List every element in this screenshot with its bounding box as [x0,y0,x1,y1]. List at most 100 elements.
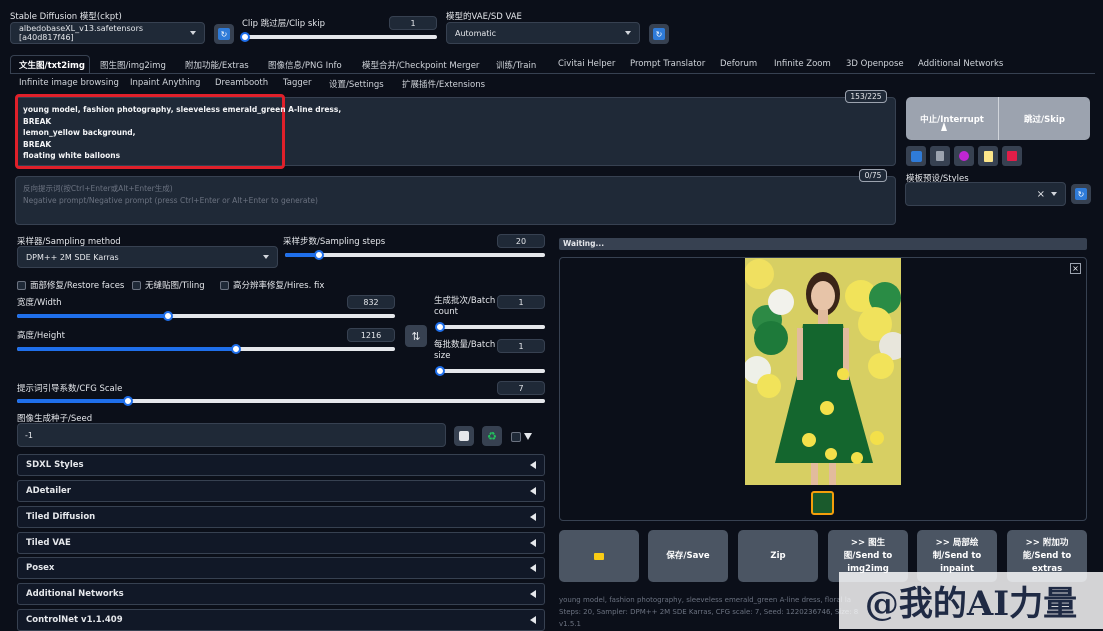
random-seed-button[interactable] [454,426,474,446]
tab-prompt-translator[interactable]: Prompt Translator [630,59,705,69]
accordion-tiled-diffusion[interactable]: Tiled Diffusion [17,506,545,528]
sampler-select[interactable]: DPM++ 2M SDE Karras [17,246,278,268]
save-button[interactable]: 保存/Save [648,530,728,582]
tab-deforum[interactable]: Deforum [720,59,757,69]
interrupt-button[interactable]: 中止/Interrupt [906,97,998,140]
prompt-line: floating white balloons [23,151,121,160]
accordion-posex[interactable]: Posex [17,557,545,579]
clip-skip-label: Clip 跳过层/Clip skip [242,19,325,29]
steps-input[interactable]: 20 [497,234,545,248]
accordion-title: Posex [26,563,55,573]
height-slider[interactable] [17,344,395,354]
styles-select[interactable]: × [905,182,1066,206]
mouse-cursor-icon [941,122,947,131]
batch-size-input[interactable]: 1 [497,339,545,353]
seed-input[interactable]: -1 [17,423,446,447]
batch-count-slider[interactable] [435,322,545,332]
accordion-sdxl-styles[interactable]: SDXL Styles [17,454,545,476]
accordion-additional-networks[interactable]: Additional Networks [17,583,545,605]
clipboard-icon [983,150,993,162]
checkbox-box[interactable] [220,281,229,290]
width-input[interactable]: 832 [347,295,395,309]
refresh-styles-button[interactable]: ↻ [1071,184,1091,204]
clip-skip-slider[interactable] [240,32,437,42]
model-select[interactable]: albedobaseXL_v13.safetensors [a40d817f46… [10,22,205,44]
flower [851,452,863,464]
reuse-seed-button[interactable]: ♻ [482,426,502,446]
tab-dreambooth[interactable]: Dreambooth [215,78,268,88]
steps-slider[interactable] [285,250,545,260]
width-label: 宽度/Width [17,298,62,308]
tab-3d-openpose[interactable]: 3D Openpose [846,59,904,69]
batch-size-slider[interactable] [435,366,545,376]
generated-image[interactable] [745,258,901,485]
zip-button[interactable]: Zip [738,530,818,582]
negative-token-counter: 0/75 [859,169,887,182]
flower [825,448,837,460]
save-style-button[interactable] [1002,146,1022,166]
tab-img2img[interactable]: 图生图/img2img [100,59,166,71]
width-slider[interactable] [17,311,395,321]
tab-checkpoint-merger[interactable]: 模型合并/Checkpoint Merger [362,59,479,71]
slider-knob[interactable] [435,322,445,332]
placeholder-line: 反向提示词(按Ctrl+Enter或Alt+Enter生成) [23,184,173,193]
slider-knob[interactable] [313,250,324,260]
tab-txt2img[interactable]: 文生图/txt2img [19,59,85,71]
hires-fix-label: 高分辨率修复/Hires. fix [233,281,325,291]
open-folder-button[interactable] [559,530,639,582]
show-extra-networks-button[interactable] [906,146,926,166]
extra-seed-checkbox[interactable] [511,432,521,442]
tab-inpaint-anything[interactable]: Inpaint Anything [130,78,200,88]
seed-value: -1 [25,430,33,440]
apply-style-button[interactable] [978,146,998,166]
tab-extensions[interactable]: 扩展插件/Extensions [402,78,485,90]
slider-knob[interactable] [231,344,242,354]
tab-extras[interactable]: 附加功能/Extras [185,59,249,71]
clear-prompt-button[interactable] [930,146,950,166]
tab-train[interactable]: 训练/Train [496,59,536,71]
info-line: Steps: 20, Sampler: DPM++ 2M SDE Karras,… [559,608,859,616]
recycle-icon: ♻ [487,429,497,443]
extra-seed-toggle-icon[interactable] [524,433,532,440]
clear-icon[interactable]: × [1037,189,1045,200]
tab-additional-networks[interactable]: Additional Networks [918,59,1003,69]
accordion-controlnet[interactable]: ControlNet v1.1.409 [17,609,545,631]
prompt-text: young model, fashion photography, sleeve… [23,104,341,162]
checkbox-box[interactable] [132,281,141,290]
cfg-scale-input[interactable]: 7 [497,381,545,395]
button-line: 能/Send to [1022,550,1072,561]
restore-faces-checkbox[interactable]: 面部修复/Restore faces [17,279,124,291]
tab-tagger[interactable]: Tagger [283,78,312,88]
tab-png-info[interactable]: 图像信息/PNG Info [268,59,342,71]
checkbox-box[interactable] [17,281,26,290]
leg [811,463,818,485]
skip-button[interactable]: 跳过/Skip [998,97,1090,140]
cfg-scale-slider[interactable] [17,396,545,406]
vae-label: 模型的VAE/SD VAE [446,12,522,22]
refresh-model-button[interactable]: ↻ [214,24,234,44]
refresh-vae-button[interactable]: ↻ [649,24,669,44]
tab-divider [10,73,1095,74]
slider-knob[interactable] [435,366,445,376]
collapse-arrow-icon [530,487,536,495]
collapse-arrow-icon [530,539,536,547]
tab-settings[interactable]: 设置/Settings [329,78,384,90]
hires-fix-checkbox[interactable]: 高分辨率修复/Hires. fix [220,279,324,291]
accordion-tiled-vae[interactable]: Tiled VAE [17,532,545,554]
tab-infinite-zoom[interactable]: Infinite Zoom [774,59,831,69]
tiling-checkbox[interactable]: 无缝贴图/Tiling [132,279,205,291]
clip-skip-input[interactable]: 1 [389,16,437,30]
slider-knob[interactable] [163,311,174,321]
tab-civitai-helper[interactable]: Civitai Helper [558,59,615,69]
accordion-adetailer[interactable]: ADetailer [17,480,545,502]
vae-select[interactable]: Automatic [446,22,640,44]
height-input[interactable]: 1216 [347,328,395,342]
swap-dimensions-button[interactable]: ⇅ [405,325,427,347]
close-icon[interactable]: × [1070,263,1081,274]
batch-count-input[interactable]: 1 [497,295,545,309]
gallery-thumbnail[interactable] [811,491,834,515]
slider-knob[interactable] [122,396,133,406]
extra-networks-button[interactable] [954,146,974,166]
slider-knob[interactable] [240,32,250,42]
tab-infinite-image-browsing[interactable]: Infinite image browsing [19,78,119,88]
